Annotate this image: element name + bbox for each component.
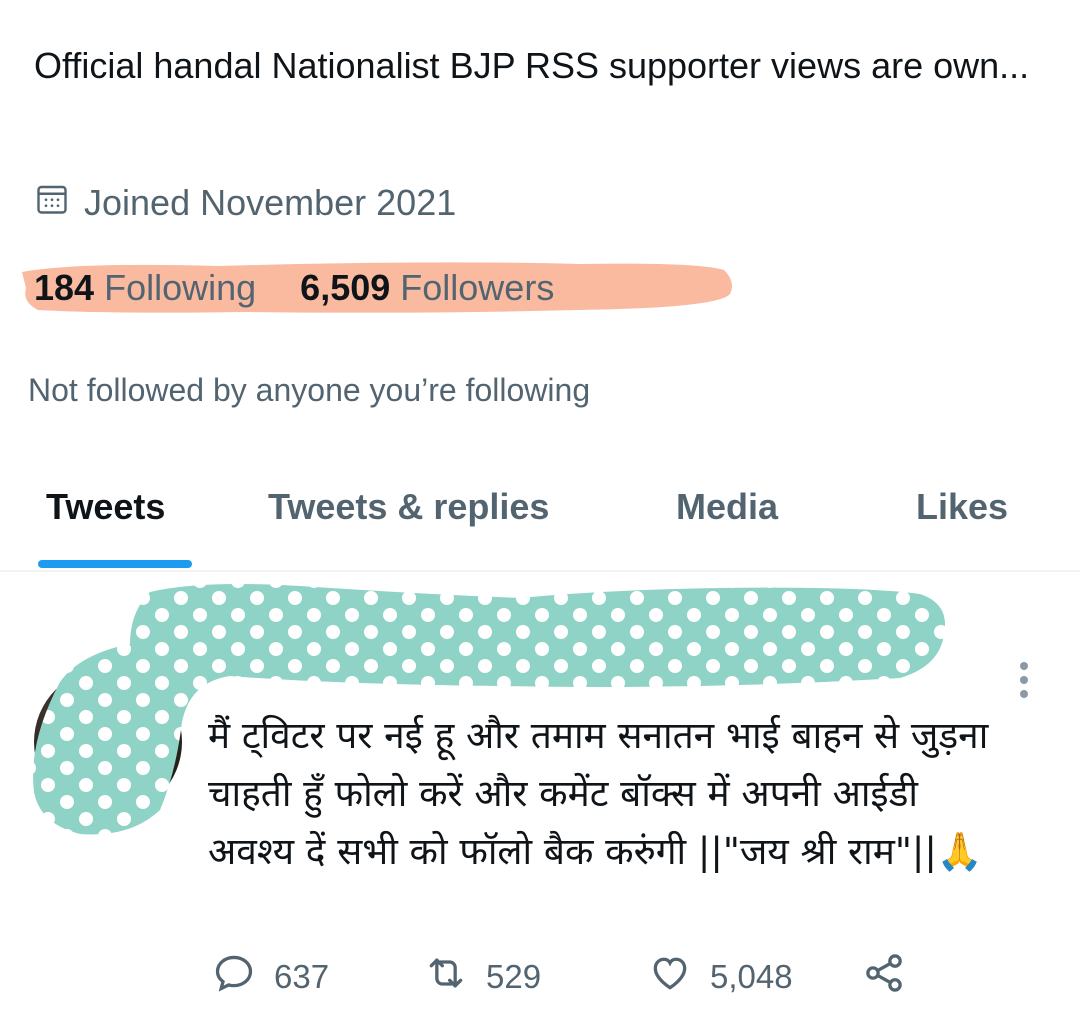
joined-row: Joined November 2021 xyxy=(34,180,456,226)
joined-date: Joined November 2021 xyxy=(84,182,457,223)
profile-bio: Official handal Nationalist BJP RSS supp… xyxy=(34,45,1030,86)
like-icon xyxy=(648,951,692,1003)
retweet-count: 529 xyxy=(486,958,542,995)
share-icon xyxy=(862,951,906,1003)
followers-link[interactable]: 6,509 Followers xyxy=(300,267,554,309)
followers-count: 6,509 xyxy=(300,267,391,308)
like-count: 5,048 xyxy=(710,958,793,995)
tweet[interactable]: मैं ट्विटर पर नई हू और तमाम सनातन भाई बा… xyxy=(0,572,1080,1010)
not-followed-notice: Not followed by anyone you’re following xyxy=(28,372,591,408)
share-button[interactable] xyxy=(862,952,906,1002)
tab-tweets[interactable]: Tweets xyxy=(46,486,165,528)
tab-tweets-replies[interactable]: Tweets & replies xyxy=(268,486,549,528)
profile-tabs: Tweets Tweets & replies Media Likes xyxy=(0,470,1080,570)
reply-button[interactable]: 637 xyxy=(212,952,329,1002)
avatar[interactable] xyxy=(34,668,182,816)
retweet-button[interactable]: 529 xyxy=(424,952,541,1002)
tweet-text: मैं ट्विटर पर नई हू और तमाम सनातन भाई बा… xyxy=(208,714,989,873)
following-link[interactable]: 184 Following xyxy=(34,267,256,309)
active-tab-indicator xyxy=(38,560,192,568)
reply-icon xyxy=(212,951,256,1003)
calendar-icon xyxy=(34,181,70,226)
tweet-actions: 637 529 5,048 xyxy=(212,952,932,1002)
more-icon[interactable] xyxy=(1012,660,1036,700)
tab-likes[interactable]: Likes xyxy=(916,486,1008,528)
following-count: 184 xyxy=(34,267,95,308)
follow-counts: 184 Following 6,509 Followers xyxy=(34,262,554,314)
followers-label: Followers xyxy=(400,267,555,308)
like-button[interactable]: 5,048 xyxy=(648,952,793,1002)
retweet-icon xyxy=(424,951,468,1003)
reply-count: 637 xyxy=(274,958,330,995)
tab-media[interactable]: Media xyxy=(676,486,778,528)
following-label: Following xyxy=(104,267,257,308)
